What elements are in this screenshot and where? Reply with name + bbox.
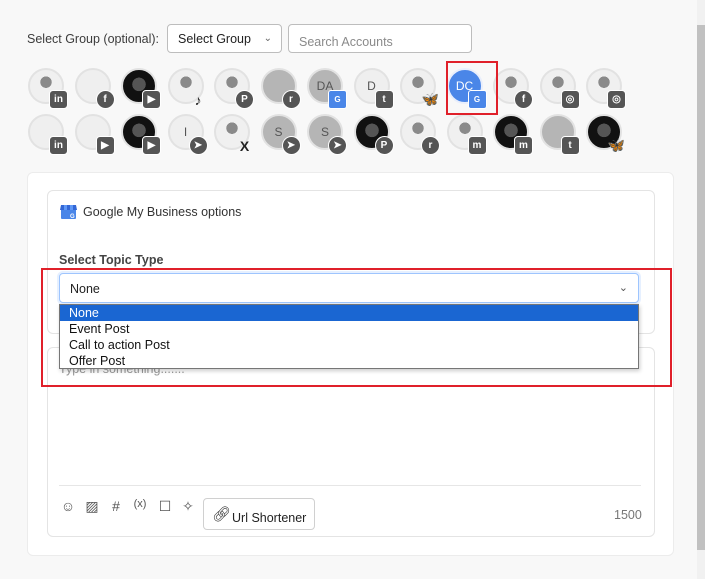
instagram-icon: ◎ xyxy=(560,90,580,109)
account-avatar-youtube[interactable]: ▶ xyxy=(121,68,161,109)
selected-account-highlight xyxy=(446,61,498,115)
account-avatar-linkedin[interactable]: in xyxy=(28,68,68,109)
select-group-label: Select Group (optional): xyxy=(27,32,160,46)
account-avatar-bluesky[interactable]: 🦋 xyxy=(586,114,625,153)
account-avatar-telegram[interactable]: S ➤ xyxy=(307,114,347,155)
telegram-icon: ➤ xyxy=(328,136,347,155)
instagram-icon: ◎ xyxy=(607,90,626,109)
account-avatar-bluesky[interactable]: 🦋 xyxy=(400,68,439,107)
account-avatar-facebook[interactable]: f xyxy=(493,68,533,109)
account-avatar-instagram[interactable]: ◎ xyxy=(586,68,626,109)
chevron-down-icon: ⌄ xyxy=(263,33,272,44)
account-avatar-facebook[interactable]: f xyxy=(74,68,115,109)
emoji-icon[interactable]: ☺ xyxy=(59,498,77,514)
account-avatar-reddit[interactable]: r xyxy=(260,68,301,109)
mastodon-icon: m xyxy=(514,136,533,155)
select-group-value: Select Group xyxy=(178,32,251,46)
account-avatar-tiktok[interactable]: ♪ xyxy=(167,68,204,108)
linkedin-icon: in xyxy=(49,136,68,155)
account-avatar-pinterest[interactable]: P xyxy=(214,68,254,109)
reddit-icon: r xyxy=(421,136,440,155)
bluesky-icon: 🦋 xyxy=(421,91,440,107)
account-avatar-instagram[interactable]: ◎ xyxy=(539,68,580,109)
variable-icon[interactable]: (x) xyxy=(131,498,149,510)
hashtag-icon[interactable]: # xyxy=(107,498,125,514)
top-bar xyxy=(0,0,705,24)
telegram-icon: ➤ xyxy=(188,136,208,155)
tumblr-icon: t xyxy=(374,90,394,109)
tiktok-icon: ♪ xyxy=(194,91,202,108)
pinterest-icon: P xyxy=(374,136,394,155)
character-count: 1500 xyxy=(614,508,642,522)
search-accounts-input[interactable] xyxy=(288,24,472,53)
account-avatar-mastodon[interactable]: m xyxy=(446,114,487,155)
youtube-icon: ▶ xyxy=(142,90,161,109)
tumblr-icon: t xyxy=(560,136,580,155)
telegram-icon: ➤ xyxy=(281,136,301,155)
reddit-icon: r xyxy=(281,90,301,109)
svg-text:G: G xyxy=(70,214,75,220)
ai-sparkle-icon[interactable]: ✧ xyxy=(179,498,197,515)
facebook-icon: f xyxy=(95,90,115,109)
url-shortener-button[interactable]: 🔗︎ Url Shortener xyxy=(203,498,315,530)
page-scrollbar-thumb[interactable] xyxy=(697,25,705,550)
account-avatar-mastodon[interactable]: m xyxy=(493,114,533,155)
account-avatar-linkedin[interactable]: in xyxy=(28,114,68,155)
account-avatar-youtube[interactable]: ▶ xyxy=(74,114,115,155)
image-icon[interactable]: ▨ xyxy=(83,498,101,515)
account-avatar-youtube[interactable]: ▶ xyxy=(121,114,161,155)
youtube-icon: ▶ xyxy=(95,136,115,155)
link-icon: 🔗︎ xyxy=(212,506,232,523)
account-avatar-google-my-business[interactable]: DA G xyxy=(307,68,347,109)
youtube-icon: ▶ xyxy=(142,136,161,155)
account-avatar-x[interactable]: X xyxy=(214,114,250,154)
account-avatar-pinterest[interactable]: P xyxy=(353,114,394,155)
account-avatar-tumblr[interactable]: t xyxy=(539,114,580,155)
dropdown-highlight xyxy=(41,268,672,387)
facebook-icon: f xyxy=(514,90,533,109)
x-icon: X xyxy=(239,137,250,154)
url-shortener-label: Url Shortener xyxy=(232,511,307,525)
topic-type-label: Select Topic Type xyxy=(59,253,164,267)
editor-divider xyxy=(59,485,641,486)
google-my-business-icon: G xyxy=(60,205,77,220)
linkedin-icon: in xyxy=(49,90,68,109)
account-avatar-telegram[interactable]: S ➤ xyxy=(260,114,301,155)
pinterest-icon: P xyxy=(235,90,254,109)
gmb-options-title: Google My Business options xyxy=(83,205,242,219)
template-icon[interactable]: ☐ xyxy=(156,498,174,515)
account-avatar-tumblr[interactable]: Dt xyxy=(353,68,394,109)
mastodon-icon: m xyxy=(467,136,487,155)
select-group-dropdown[interactable]: Select Group ⌄ xyxy=(167,24,282,53)
bluesky-icon: 🦋 xyxy=(607,137,626,153)
account-avatar-telegram[interactable]: I ➤ xyxy=(167,114,208,155)
account-avatar-reddit[interactable]: r xyxy=(400,114,440,155)
google-my-business-icon: G xyxy=(328,90,347,109)
